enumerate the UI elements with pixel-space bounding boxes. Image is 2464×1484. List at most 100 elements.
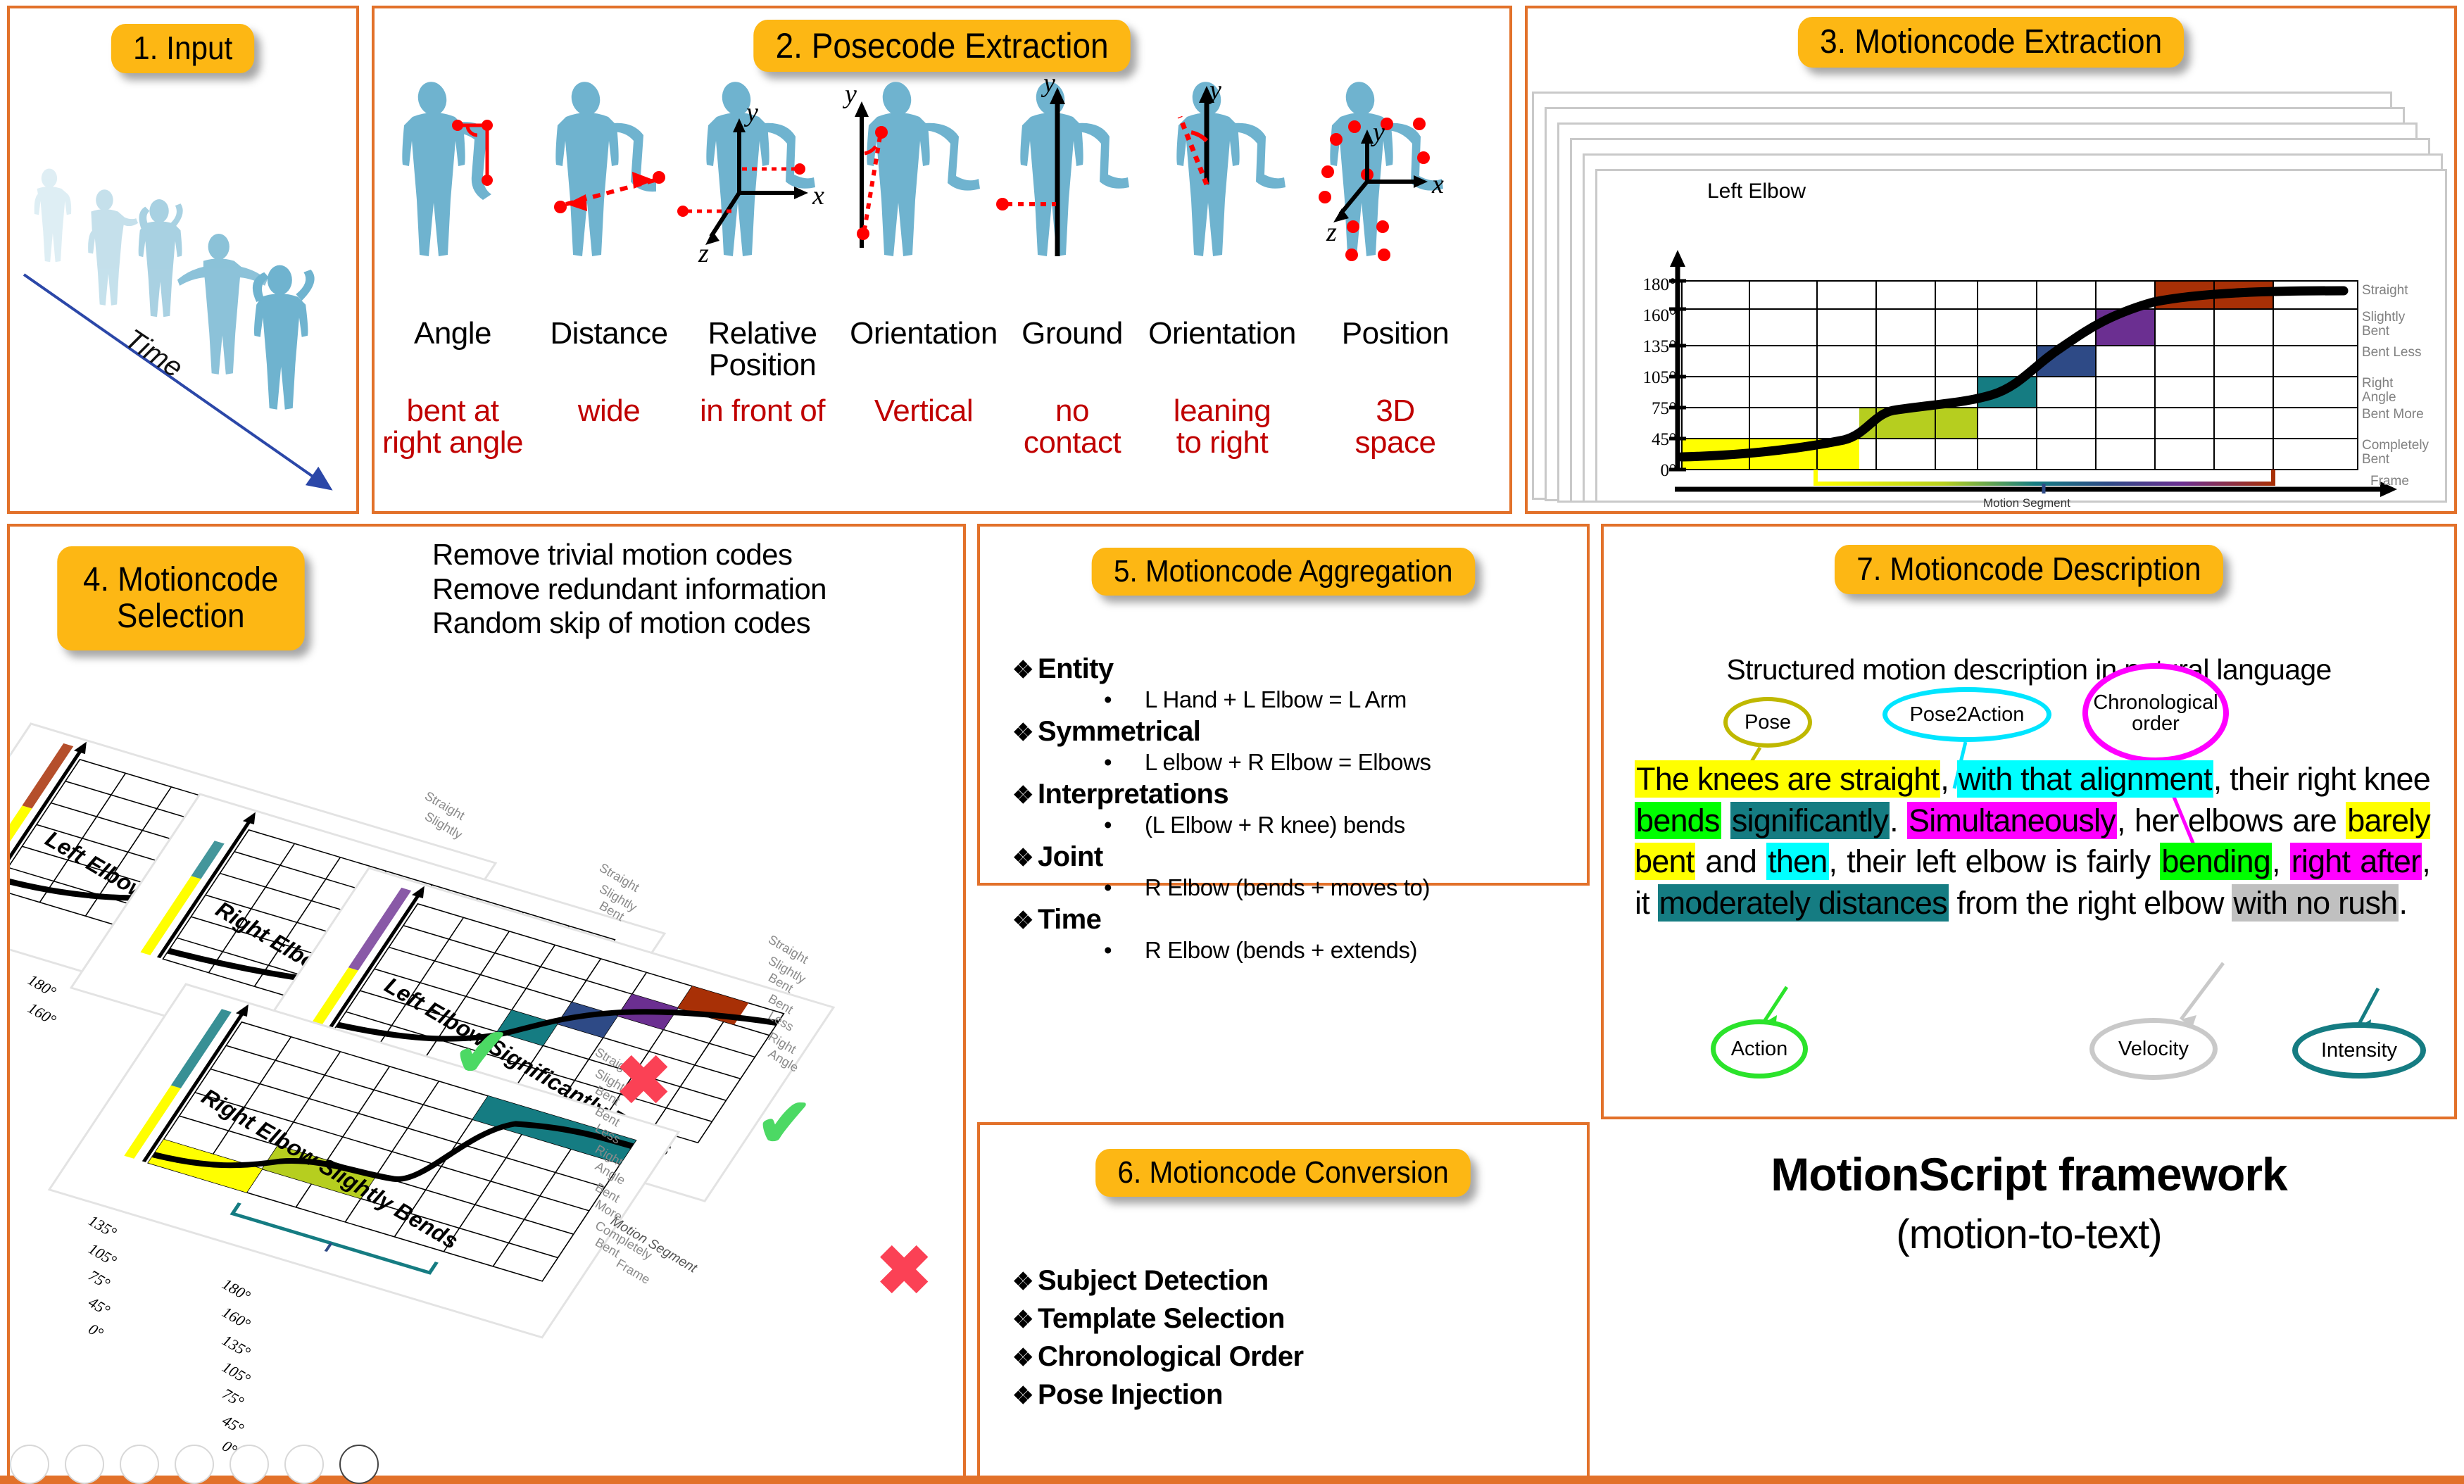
posecode-value-5: leaning to right xyxy=(1173,394,1271,460)
panel-posecode-title: 2. Posecode Extraction xyxy=(753,20,1131,72)
conversion-item-0: ❖ Subject Detection xyxy=(1012,1265,1269,1296)
svg-text:75°: 75° xyxy=(85,1266,113,1293)
svg-text:75°: 75° xyxy=(219,1385,246,1411)
posecode-name-4: Ground xyxy=(1022,316,1123,351)
diamond-bullet-icon: ❖ xyxy=(1012,1383,1033,1409)
card-mark-cross-3: ✖ xyxy=(876,1233,933,1309)
dot-bullet-icon: • xyxy=(1104,874,1112,900)
blank-screen-icon[interactable] xyxy=(284,1445,324,1484)
aggregation-item-3: • R Elbow (bends + moves to) xyxy=(1104,874,1431,900)
svg-text:y: y xyxy=(842,80,857,109)
token-4: bends xyxy=(1635,801,1721,839)
card-mark-check-0: ✔ xyxy=(453,1015,510,1090)
aggregation-item-4: • R Elbow (bends + extends) xyxy=(1104,937,1418,963)
svg-text:135°: 135° xyxy=(85,1212,120,1242)
grid-view-icon[interactable] xyxy=(175,1445,214,1484)
aggregation-group-2: ❖ Interpretations xyxy=(1012,779,1229,810)
posecode-value-4: no contact xyxy=(1023,394,1121,460)
panel-input: 1. Input Time xyxy=(7,6,359,514)
panel-motioncode-description-title: 7. Motioncode Description xyxy=(1835,545,2223,594)
dot-bullet-icon: • xyxy=(1104,686,1112,712)
svg-text:y: y xyxy=(1207,75,1221,105)
diamond-bullet-icon: ❖ xyxy=(1012,1307,1033,1333)
panel-input-title: 1. Input xyxy=(111,24,255,73)
svg-text:x: x xyxy=(1431,170,1444,199)
svg-text:x: x xyxy=(812,181,824,210)
svg-text:160°: 160° xyxy=(219,1303,253,1333)
token-13: , their left elbow is fairly xyxy=(1828,843,2161,879)
motioncode-chart xyxy=(1669,250,2397,497)
posecode-value-1: wide xyxy=(577,394,641,428)
panel-posecode-extraction: 2. Posecode Extraction y x z y y y y x z… xyxy=(372,6,1512,514)
posecode-value-2: in front of xyxy=(700,394,825,428)
framework-caption: MotionScript framework (motion-to-text) xyxy=(1601,1147,2457,1258)
time-arrow-icon xyxy=(23,273,333,491)
svg-text:z: z xyxy=(1326,218,1337,247)
svg-text:160°: 160° xyxy=(25,999,59,1029)
aggregation-item-1: • L elbow + R Elbow = Elbows xyxy=(1104,749,1431,775)
conversion-item-3: ❖ Pose Injection xyxy=(1012,1379,1223,1410)
svg-text:z: z xyxy=(698,239,709,268)
posecode-name-0: Angle xyxy=(413,316,492,351)
token-18: moderately distances xyxy=(1657,884,1949,922)
aggregation-item-2: • (L Elbow + R knee) bends xyxy=(1104,812,1405,838)
svg-text:45°: 45° xyxy=(85,1293,113,1319)
token-2: with that alignment xyxy=(1956,760,2213,798)
posecode-name-5: Orientation xyxy=(1148,316,1296,351)
diamond-bullet-icon: ❖ xyxy=(1012,657,1033,684)
card-mark-cross-1: ✖ xyxy=(615,1043,672,1119)
bubble-pose: Pose xyxy=(1723,697,1812,748)
panel-motioncode-description: 7. Motioncode Description Structured mot… xyxy=(1601,524,2457,1119)
posecode-value-6: 3D space xyxy=(1354,394,1436,460)
aggregation-group-4: ❖ Time xyxy=(1012,904,1102,935)
stack-card-front: Left Elbow 180° 160° 135° 105° 75° 45° 0… xyxy=(1595,169,2447,510)
conversion-item-1: ❖ Template Selection xyxy=(1012,1303,1285,1334)
bubble-intensity: Intensity xyxy=(2292,1022,2426,1079)
posecode-name-3: Orientation xyxy=(850,316,998,351)
svg-text:105°: 105° xyxy=(219,1358,253,1388)
token-1: , xyxy=(1940,761,1957,797)
aggregation-item-0: • L Hand + L Elbow = L Arm xyxy=(1104,686,1407,712)
zoom-icon[interactable] xyxy=(230,1445,269,1484)
dot-bullet-icon: • xyxy=(1104,812,1112,838)
diamond-bullet-icon: ❖ xyxy=(1012,1345,1033,1371)
panel-motioncode-conversion: 6. Motioncode Conversion ❖ Subject Detect… xyxy=(977,1122,1590,1478)
svg-text:0°: 0° xyxy=(85,1320,106,1342)
svg-text:y: y xyxy=(743,98,758,127)
posecode-name-6: Position xyxy=(1341,316,1450,351)
svg-text:y: y xyxy=(1370,118,1385,147)
token-0: The knees are straight xyxy=(1635,760,1941,798)
description-paragraph: The knees are straight, with that alignm… xyxy=(1635,759,2431,924)
previous-slide-icon[interactable] xyxy=(10,1445,49,1484)
svg-text:180°: 180° xyxy=(25,971,59,1001)
token-11: and xyxy=(1695,843,1767,879)
diamond-bullet-icon: ❖ xyxy=(1012,719,1033,746)
motion-segment-label: Motion Segment xyxy=(1983,496,2070,510)
diamond-bullet-icon: ❖ xyxy=(1012,907,1033,934)
token-20: with no rush xyxy=(2232,884,2399,922)
token-16: right after xyxy=(2289,843,2422,880)
token-12: then xyxy=(1766,843,1829,880)
pen-icon[interactable] xyxy=(120,1445,159,1484)
card-mark-check-2: ✔ xyxy=(756,1086,813,1161)
panel-motioncode-selection-title: 4. Motioncode Selection xyxy=(57,546,305,650)
panel-motioncode-extraction: 3. Motioncode Extraction Left Elbow 180°… xyxy=(1525,6,2457,514)
bubble-chronological-order: Chronological order xyxy=(2082,663,2229,763)
token-8: Simultaneously xyxy=(1907,801,2117,839)
aggregation-group-1: ❖ Symmetrical xyxy=(1012,716,1201,747)
more-options-icon[interactable] xyxy=(339,1445,379,1484)
token-9: , her elbows are xyxy=(2116,802,2346,838)
panel-motioncode-extraction-title: 3. Motioncode Extraction xyxy=(1797,17,2185,68)
next-slide-icon[interactable] xyxy=(65,1445,104,1484)
selection-notes: Remove trivial motion codes Remove redun… xyxy=(432,538,826,641)
diamond-bullet-icon: ❖ xyxy=(1012,782,1033,809)
bubble-action: Action xyxy=(1711,1019,1808,1079)
aggregation-group-0: ❖ Entity xyxy=(1012,653,1114,684)
selection-note-0: Remove trivial motion codes xyxy=(432,538,793,571)
token-15: , xyxy=(2271,843,2290,879)
dot-bullet-icon: • xyxy=(1104,749,1112,775)
conversion-list: ❖ Subject Detection ❖ Template Selection ❖… xyxy=(1012,1259,1304,1417)
token-7: . xyxy=(1890,802,1908,838)
posecode-value-3: Vertical xyxy=(874,394,974,428)
token-21: . xyxy=(2399,884,2408,921)
